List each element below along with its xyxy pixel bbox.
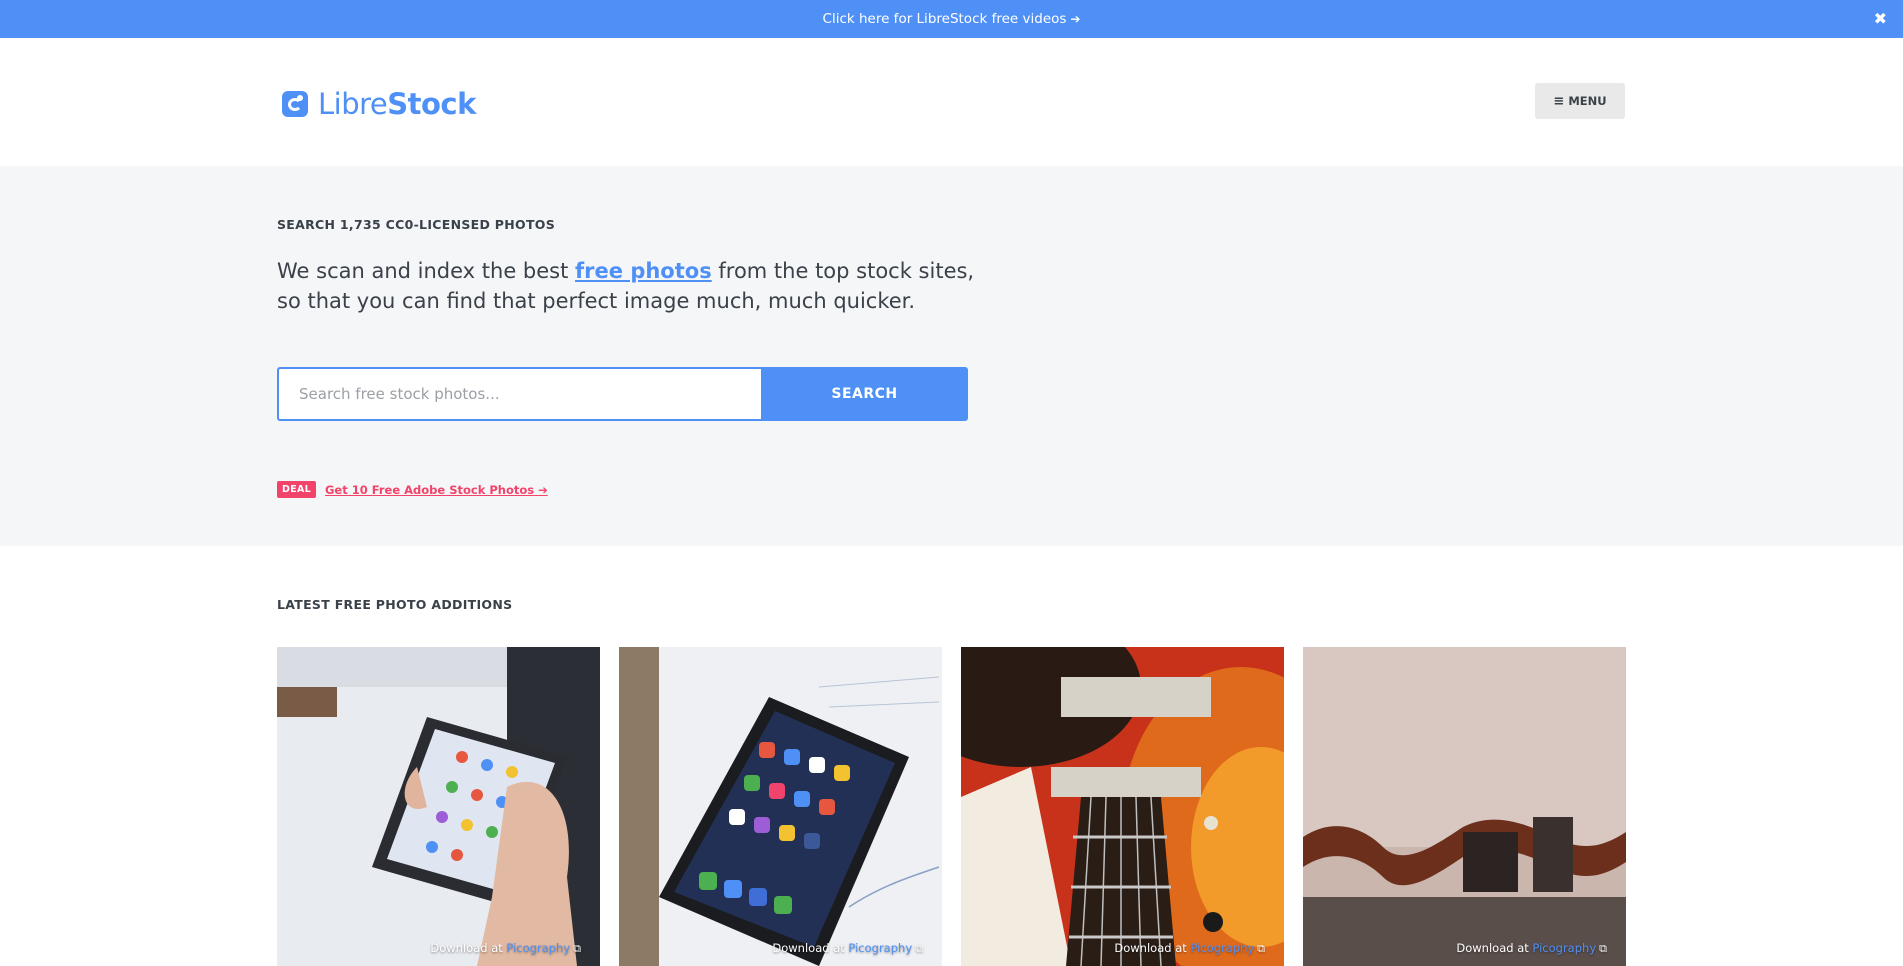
arrow-right-icon: ➔ [1070,12,1081,26]
download-prefix: Download at [1456,941,1529,955]
close-icon[interactable]: ✖ [1874,9,1887,28]
deal-link-label: Get 10 Free Adobe Stock Photos [324,482,535,497]
download-prefix: Download at [1114,941,1187,955]
logo-suffix: Stock [387,87,476,121]
external-link-icon: ⧉ [915,942,923,955]
videos-link[interactable]: Click here for LibreStock free videos ➔ [823,11,1081,27]
site-header: LibreStock ≡ MENU [0,38,1903,166]
promo-banner: Click here for LibreStock free videos ➔ ✖ [0,0,1903,38]
hero-lead: We scan and index the best free photos f… [277,256,997,316]
adobe-deal-link[interactable]: Get 10 Free Adobe Stock Photos ➔ [325,483,548,497]
logo-icon [282,91,308,117]
photo-hand-phone [277,647,600,966]
photo-caption: Download at Picography ⧉ [1456,941,1607,956]
source-link[interactable]: Picography [848,941,912,955]
external-link-icon: ⧉ [1599,942,1607,955]
menu-label: MENU [1568,94,1607,108]
search-input[interactable] [277,367,761,421]
bars-icon: ≡ [1553,93,1565,109]
search-button[interactable]: SEARCH [761,367,968,421]
logo-text: LibreStock [318,87,476,121]
photo-card[interactable]: Download at Picography ⧉ [961,647,1284,966]
photo-film-roll [1303,647,1626,966]
photo-grid: Download at Picography ⧉ Download at Pic… [277,647,1626,966]
search-form: SEARCH [277,367,968,421]
lead-text-before: We scan and index the best [277,259,576,283]
photo-caption: Download at Picography ⧉ [430,941,581,956]
latest-section-title: LATEST FREE PHOTO ADDITIONS [277,597,513,612]
menu-button[interactable]: ≡ MENU [1535,83,1625,119]
external-link-icon: ⧉ [573,942,581,955]
external-link-icon: ⧉ [1257,942,1265,955]
photo-card[interactable]: Download at Picography ⧉ [619,647,942,966]
videos-link-label: Click here for LibreStock free videos [822,11,1067,27]
logo-prefix: Libre [318,87,388,121]
photo-caption: Download at Picography ⧉ [1114,941,1265,956]
source-link[interactable]: Picography [1190,941,1254,955]
logo[interactable]: LibreStock [282,87,476,121]
photo-caption: Download at Picography ⧉ [772,941,923,956]
photo-card[interactable]: Download at Picography ⧉ [1303,647,1626,966]
photo-electric-guitar [961,647,1284,966]
free-photos-link[interactable]: free photos [575,259,712,283]
download-prefix: Download at [430,941,503,955]
photo-card[interactable]: Download at Picography ⧉ [277,647,600,966]
deal-promo: DEAL Get 10 Free Adobe Stock Photos ➔ [277,481,548,498]
photo-iphone-notebook [619,647,942,966]
hero-eyebrow: SEARCH 1,735 CC0-LICENSED PHOTOS [277,217,556,232]
arrow-right-icon: ➔ [538,482,548,497]
source-link[interactable]: Picography [1532,941,1596,955]
deal-badge: DEAL [277,481,316,498]
source-link[interactable]: Picography [506,941,570,955]
download-prefix: Download at [772,941,845,955]
